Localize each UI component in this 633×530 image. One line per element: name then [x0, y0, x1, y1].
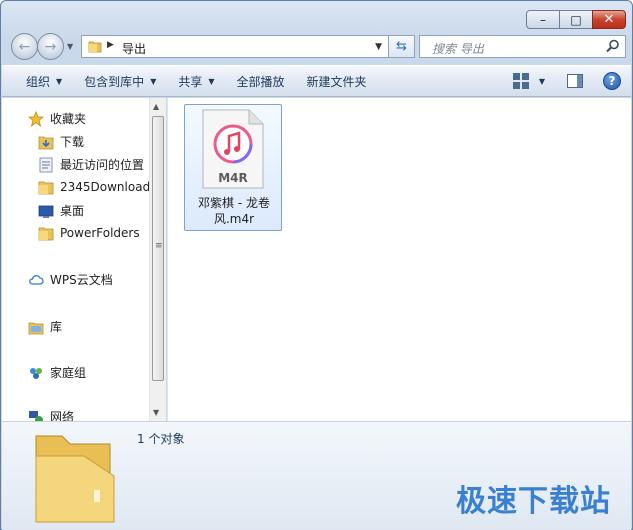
search-box[interactable]: 搜索 导出 — [419, 35, 626, 58]
sidebar-item-homegroup[interactable]: 家庭组 — [28, 364, 86, 381]
sidebar-item-recent-places[interactable]: 最近访问的位置 — [38, 156, 144, 173]
file-list-pane[interactable]: M4R 邓紫棋 - 龙卷风.m4r — [167, 98, 631, 421]
sidebar-item-label: 最近访问的位置 — [60, 158, 145, 172]
back-button[interactable]: ← — [11, 33, 38, 60]
watermark-logo: 极速下载站 — [456, 484, 611, 519]
include-in-library-menu[interactable]: 包含到库中 ▼ — [73, 66, 167, 96]
play-all-label: 全部播放 — [236, 74, 285, 89]
sidebar-item-label: 网络 — [50, 410, 75, 421]
breadcrumb-chevron-icon[interactable]: ▶ — [107, 40, 114, 50]
desktop-icon — [38, 205, 54, 218]
explorer-window: – □ ✕ ← → ▼ ▶ 导出 ▼ ⇆ 搜索 导出 组织 ▼ 包含到库中 ▼ … — [0, 0, 633, 530]
cloud-icon — [29, 274, 44, 285]
chevron-down-icon: ▼ — [150, 76, 157, 86]
share-label: 共享 — [178, 74, 203, 89]
network-icon — [29, 410, 43, 421]
close-icon: ✕ — [603, 12, 615, 27]
include-in-library-label: 包含到库中 — [84, 74, 145, 89]
file-name[interactable]: 邓紫棋 - 龙卷风.m4r — [185, 195, 283, 227]
recent-places-icon — [39, 157, 53, 172]
search-icon[interactable] — [606, 39, 620, 53]
folder-icon — [38, 227, 54, 241]
sidebar-item-wps-cloud[interactable]: WPS云文档 — [28, 271, 113, 288]
sidebar-item-label: 收藏夹 — [50, 112, 87, 126]
chevron-down-icon: ▼ — [208, 76, 215, 86]
scroll-up-icon[interactable]: ▲ — [153, 102, 159, 111]
maximize-button[interactable]: □ — [559, 10, 593, 29]
sidebar-item-desktop[interactable]: 桌面 — [38, 202, 84, 219]
minimize-icon: – — [540, 12, 546, 27]
address-bar[interactable]: ▶ 导出 ▼ — [81, 35, 389, 58]
sidebar-item-label: PowerFolders — [60, 226, 140, 240]
address-dropdown-icon[interactable]: ▼ — [375, 42, 382, 52]
window-controls: – □ ✕ — [526, 10, 626, 29]
history-dropdown-icon[interactable]: ▼ — [67, 42, 73, 51]
command-bar: 组织 ▼ 包含到库中 ▼ 共享 ▼ 全部播放 新建文件夹 ▼ ? — [2, 65, 631, 97]
file-item[interactable]: M4R 邓紫棋 - 龙卷风.m4r — [184, 104, 282, 231]
search-input[interactable]: 搜索 导出 — [432, 40, 484, 57]
view-controls: ▼ ? — [512, 72, 621, 90]
folder-icon — [88, 41, 102, 53]
homegroup-icon — [30, 367, 42, 379]
sidebar-item-favorites[interactable]: 收藏夹 — [28, 110, 86, 127]
itunes-music-icon: M4R — [202, 109, 264, 189]
star-icon — [28, 110, 44, 127]
item-count-status: 1 个对象 — [137, 432, 185, 446]
forward-arrow-icon: → — [44, 38, 57, 55]
refresh-icon: ⇆ — [396, 39, 407, 54]
view-dropdown-icon[interactable]: ▼ — [539, 77, 545, 86]
file-type-label: M4R — [218, 171, 248, 185]
sidebar-item-libraries[interactable]: 库 — [28, 318, 62, 335]
sidebar-item-label: 库 — [50, 320, 63, 334]
address-bar-row: ← → ▼ ▶ 导出 ▼ ⇆ 搜索 导出 — [9, 31, 626, 61]
forward-button[interactable]: → — [37, 33, 64, 60]
sidebar-item-2345downloads[interactable]: 2345Downloads — [38, 179, 156, 195]
sidebar-item-label: 家庭组 — [50, 366, 87, 380]
sidebar-item-network[interactable]: 网络 — [28, 408, 74, 421]
share-menu[interactable]: 共享 ▼ — [167, 66, 225, 96]
sidebar-item-label: 2345Downloads — [60, 180, 157, 194]
details-pane: 1 个对象 极速下载站 — [2, 421, 631, 530]
sidebar-item-powerfolders[interactable]: PowerFolders — [38, 225, 140, 241]
change-view-icon[interactable] — [512, 73, 529, 89]
breadcrumb-current[interactable]: 导出 — [122, 40, 146, 57]
refresh-button[interactable]: ⇆ — [389, 35, 415, 58]
sidebar-item-label: WPS云文档 — [50, 273, 113, 287]
organize-menu[interactable]: 组织 ▼ — [2, 66, 73, 96]
sidebar-item-label: 桌面 — [60, 204, 85, 218]
large-folder-icon — [35, 435, 115, 523]
new-folder-label: 新建文件夹 — [306, 74, 367, 89]
scroll-down-icon[interactable]: ▼ — [153, 408, 159, 417]
preview-pane-icon[interactable] — [567, 74, 583, 88]
folder-icon — [38, 181, 54, 195]
navigation-scrollbar[interactable]: ▲ ≡ ▼ — [149, 98, 166, 421]
organize-label: 组织 — [26, 74, 51, 89]
minimize-button[interactable]: – — [526, 10, 560, 29]
play-all-button[interactable]: 全部播放 — [226, 66, 296, 96]
help-icon[interactable]: ? — [603, 72, 621, 90]
new-folder-button[interactable]: 新建文件夹 — [296, 66, 378, 96]
maximize-icon: □ — [570, 12, 582, 27]
scroll-thumb[interactable]: ≡ — [152, 116, 164, 381]
back-arrow-icon: ← — [18, 38, 31, 55]
download-folder-icon — [38, 136, 54, 149]
chevron-down-icon: ▼ — [56, 76, 63, 86]
close-button[interactable]: ✕ — [592, 10, 626, 29]
navigation-pane: 收藏夹 下载 最近访问的位置 2345Downloads 桌面 PowerFol… — [2, 98, 166, 421]
library-icon — [28, 322, 44, 334]
sidebar-item-downloads[interactable]: 下载 — [38, 133, 84, 150]
grip-icon: ≡ — [155, 241, 163, 251]
sidebar-item-label: 下载 — [60, 135, 85, 149]
